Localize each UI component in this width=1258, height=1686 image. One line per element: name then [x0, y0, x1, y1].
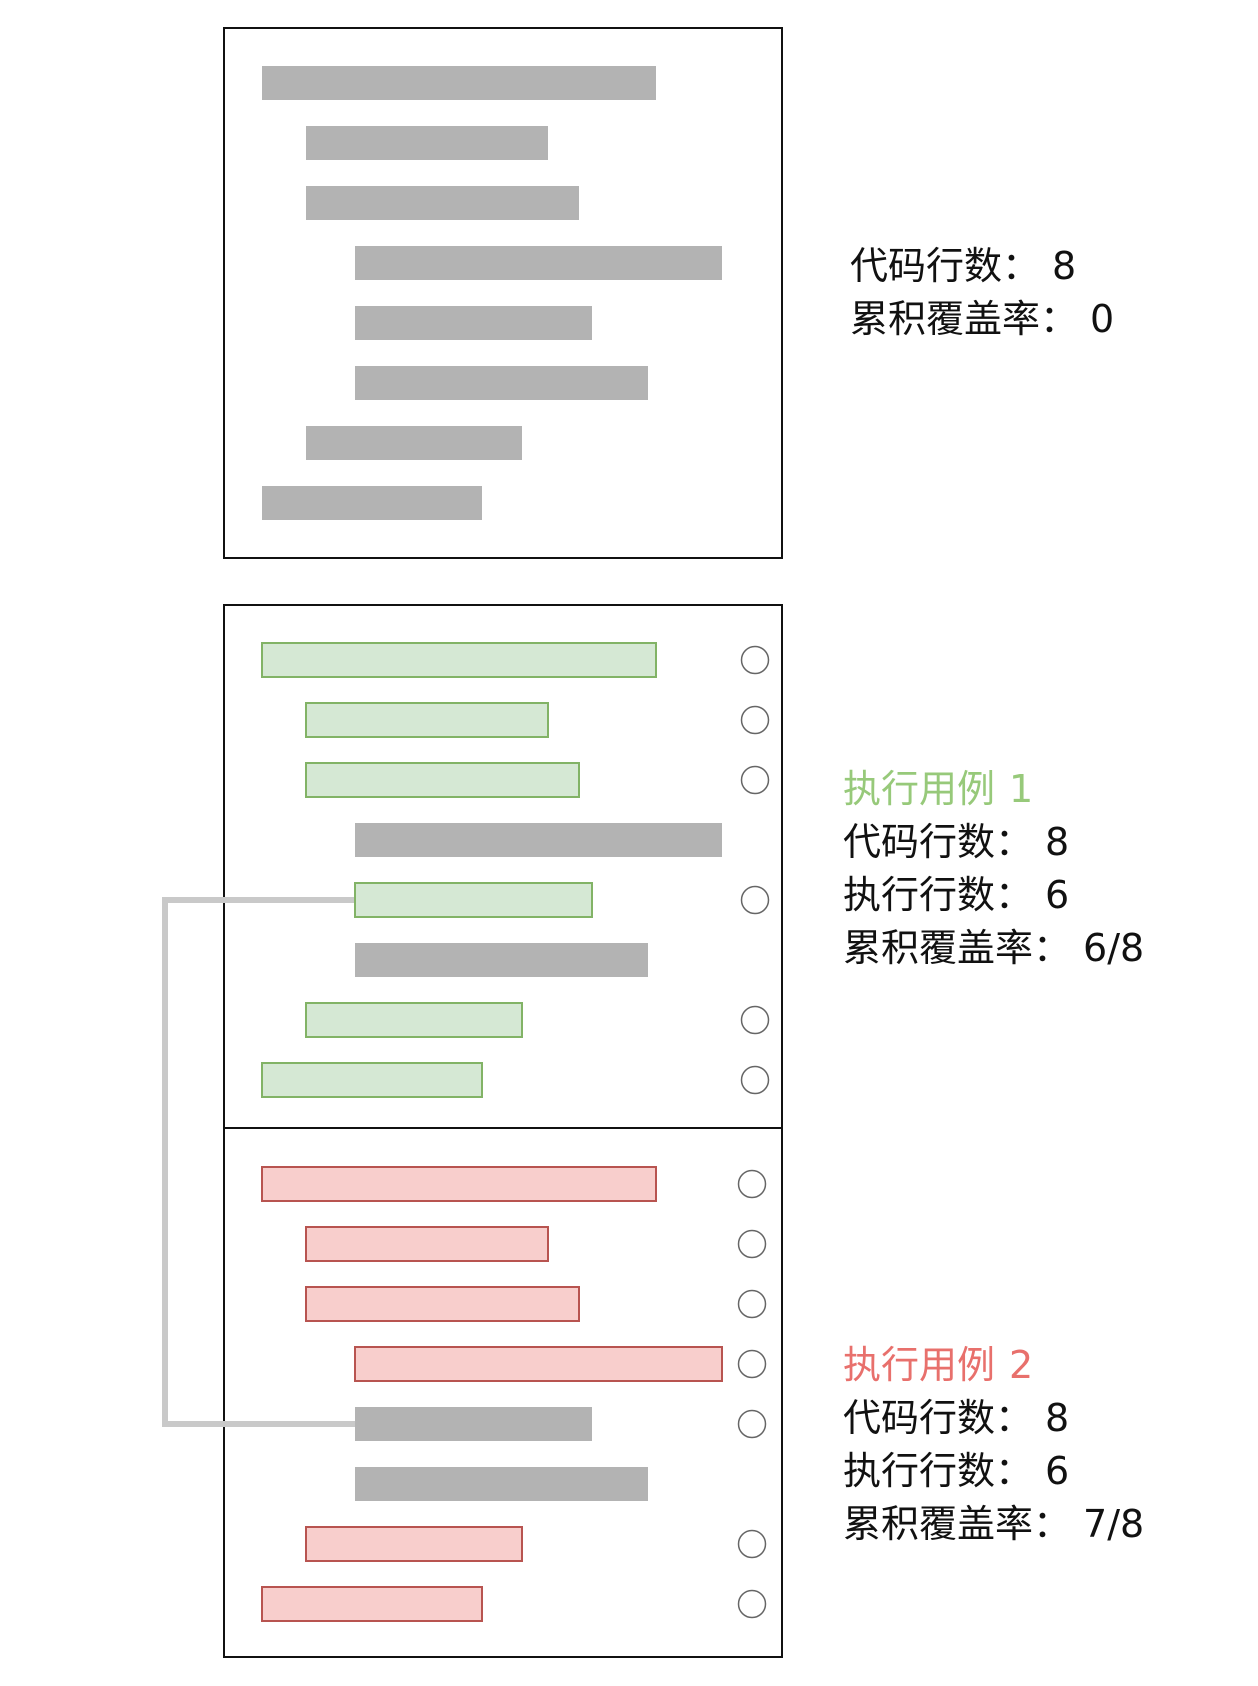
baseline-stats: 代码行数： 8 累积覆盖率： 0 — [850, 240, 1114, 346]
baseline-code-line-4 — [355, 246, 722, 280]
line-5-connector — [162, 897, 355, 1427]
baseline-code-line-1 — [262, 66, 656, 100]
case2-line-1-marker — [737, 1169, 767, 1199]
case2-code-line-6 — [355, 1467, 648, 1501]
case2-line-8-marker — [737, 1589, 767, 1619]
case2-code-line-5 — [355, 1407, 592, 1441]
case1-stats: 执行用例 1 代码行数： 8 执行行数： 6 累积覆盖率： 6/8 — [843, 763, 1144, 975]
case1-code-line-8 — [261, 1062, 483, 1098]
case2-title: 执行用例 2 — [843, 1343, 1034, 1387]
case1-code-line-5 — [354, 882, 593, 918]
case2-line-7-marker — [737, 1529, 767, 1559]
case2-code-lines — [261, 1166, 723, 1622]
case1-code-line-3 — [305, 762, 580, 798]
baseline-code-line-5 — [355, 306, 592, 340]
case2-line-4-marker — [737, 1349, 767, 1379]
baseline-code-line-7 — [306, 426, 522, 460]
case1-title: 执行用例 1 — [843, 767, 1034, 811]
case2-code-line-1 — [261, 1166, 657, 1202]
case1-line-count: 代码行数： 8 — [843, 820, 1070, 864]
case2-execution-markers — [737, 1169, 767, 1619]
case2-code-line-8 — [261, 1586, 483, 1622]
case2-line-2-marker — [737, 1229, 767, 1259]
case2-line-3-marker — [737, 1289, 767, 1319]
baseline-code-lines — [262, 66, 722, 520]
case1-code-lines — [261, 642, 722, 1098]
case1-code-line-1 — [261, 642, 657, 678]
baseline-code-line-6 — [355, 366, 648, 400]
baseline-cumulative-coverage: 累积覆盖率： 0 — [850, 297, 1115, 341]
case1-line-5-marker — [740, 885, 770, 915]
case1-code-line-2 — [305, 702, 549, 738]
case2-code-line-2 — [305, 1226, 549, 1262]
baseline-code-line-8 — [262, 486, 482, 520]
case2-executed-lines: 执行行数： 6 — [843, 1449, 1070, 1493]
case1-line-7-marker — [740, 1005, 770, 1035]
case1-line-1-marker — [740, 645, 770, 675]
baseline-code-panel — [223, 27, 783, 559]
case2-code-line-7 — [305, 1526, 523, 1562]
case1-line-8-marker — [740, 1065, 770, 1095]
baseline-line-count: 代码行数： 8 — [850, 244, 1077, 288]
case2-line-count: 代码行数： 8 — [843, 1396, 1070, 1440]
case2-code-line-4 — [354, 1346, 723, 1382]
case1-executed-lines: 执行行数： 6 — [843, 873, 1070, 917]
case1-line-3-marker — [740, 765, 770, 795]
case1-line-2-marker — [740, 705, 770, 735]
case1-code-line-4 — [355, 823, 722, 857]
case2-stats: 执行用例 2 代码行数： 8 执行行数： 6 累积覆盖率： 7/8 — [843, 1339, 1144, 1551]
case1-code-line-7 — [305, 1002, 523, 1038]
baseline-code-line-3 — [306, 186, 579, 220]
case2-cumulative-coverage: 累积覆盖率： 7/8 — [843, 1502, 1145, 1546]
case2-code-line-3 — [305, 1286, 580, 1322]
case1-execution-markers — [740, 645, 770, 1095]
case1-code-line-6 — [355, 943, 648, 977]
baseline-code-line-2 — [306, 126, 548, 160]
case1-cumulative-coverage: 累积覆盖率： 6/8 — [843, 926, 1145, 970]
case2-line-5-marker — [737, 1409, 767, 1439]
